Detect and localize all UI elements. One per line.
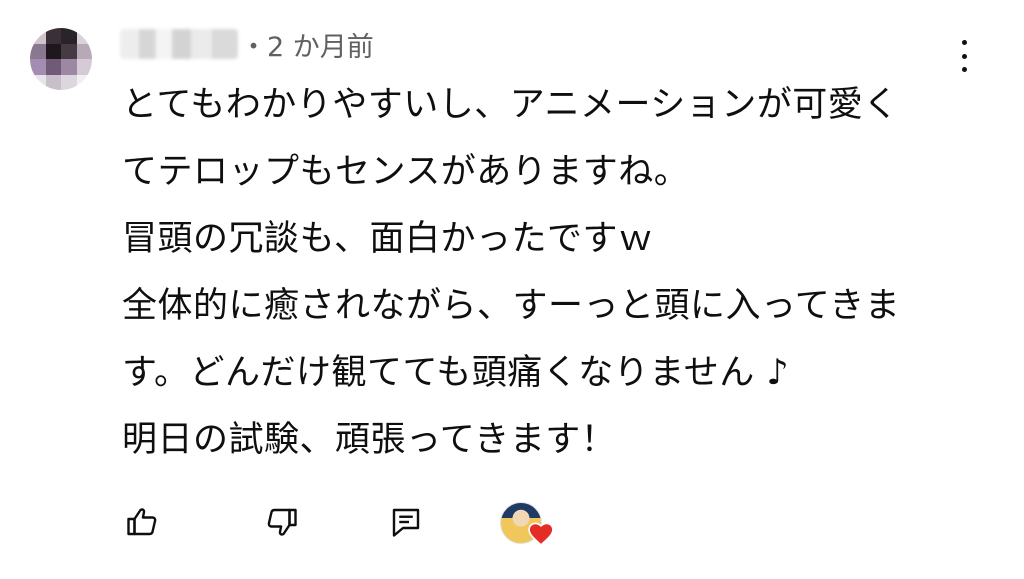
comment-line: 全体的に癒されながら、すーっと頭に入ってきま xyxy=(122,286,901,326)
creator-heart[interactable] xyxy=(500,500,556,550)
creator-heart-icon xyxy=(528,522,554,546)
reply-button[interactable] xyxy=(382,498,430,546)
more-vert-icon[interactable] xyxy=(948,36,980,76)
thumb-down-icon xyxy=(267,508,297,536)
comment-line: てテロップもセンスがありますね。 xyxy=(122,152,690,192)
thumb-up-icon xyxy=(127,508,157,536)
author-name[interactable] xyxy=(120,29,238,59)
dislike-button[interactable] xyxy=(258,498,306,546)
comment-text: とてもわかりやすいし、アニメーションが可愛く てテロップもセンスがありますね。 … xyxy=(122,72,1002,474)
comment-line: 冒頭の冗談も、面白かったですｗ xyxy=(122,219,654,259)
comment-header: ・2 か月前 xyxy=(120,22,374,66)
comment-line: す。どんだけ観てても頭痛くなりません ♪ xyxy=(122,353,790,393)
like-button[interactable] xyxy=(118,498,166,546)
avatar[interactable] xyxy=(30,28,92,90)
comment-line: とてもわかりやすいし、アニメーションが可愛く xyxy=(122,85,899,125)
reply-comment-icon xyxy=(392,508,420,537)
comment-line: 明日の試験、頑張ってきます！ xyxy=(122,420,617,460)
comment-timestamp[interactable]: ・2 か月前 xyxy=(240,25,374,64)
